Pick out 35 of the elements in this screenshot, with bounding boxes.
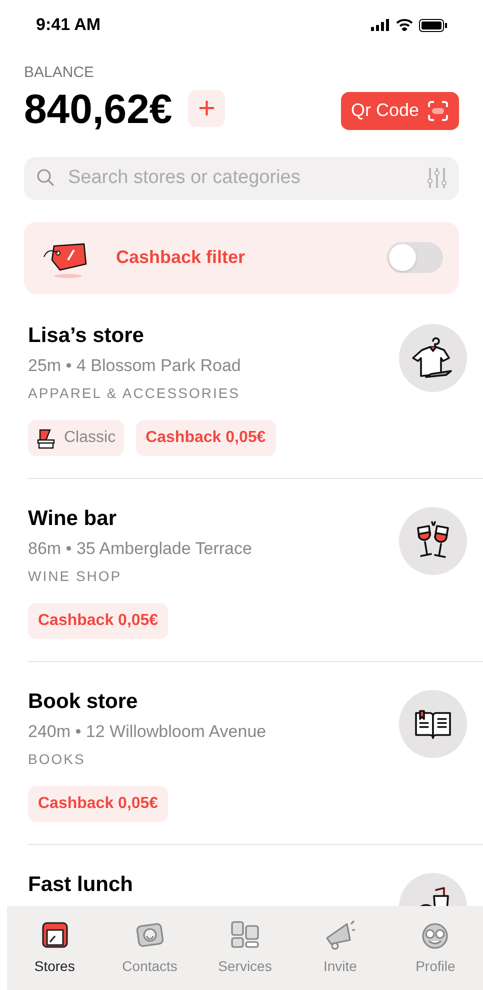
store-name[interactable]: Lisa’s store [28,320,241,351]
store-category: APPAREL & ACCESSORIES [28,384,241,402]
megaphone-icon [323,918,358,952]
search-icon [36,168,56,188]
cashback-badge: Cashback 0,05€ [136,420,276,456]
add-funds-button[interactable]: + [188,90,226,127]
tab-bar-item[interactable]: Invite [292,918,388,977]
store-category: WINE SHOP [28,566,123,586]
search-bar[interactable]: Search stores or categories [24,156,459,200]
tab-bar-item[interactable]: Stores [7,918,102,977]
cashback-filter-toggle[interactable] [387,242,443,273]
plan-label: Classic [64,428,116,448]
store-name[interactable]: Fast lunch [28,868,134,900]
store-name[interactable]: Wine bar [28,502,252,534]
balance-amount: 840,62€ [24,84,172,132]
filter-sliders-icon[interactable] [427,166,447,190]
tab-bar-item[interactable]: Services [197,918,293,977]
store-category: BOOKS [28,750,86,768]
store-address: 86m • 35 Amberglade Terrace [28,538,252,560]
wifi-icon [396,19,413,31]
cashback-badge: Cashback 0,05€ [28,602,168,638]
tab-bar-item[interactable]: Profile [388,918,483,977]
cashback-badge: Cashback 0,05€ [28,786,168,822]
store-address: 25m • 4 Blossom Park Road [28,355,241,377]
signal-icon [371,19,390,31]
status-time: 9:41 AM [36,14,101,36]
scan-icon [427,100,449,122]
cashback-filter-label: Cashback filter [116,246,246,269]
qr-code-button[interactable]: Qr Code [340,92,459,130]
store-name[interactable]: Book store [28,686,266,717]
battery-icon [419,18,447,32]
store-address: 240m • 12 Willowbloom Avenue [28,721,266,743]
tab-bar-item[interactable]: Contacts [102,918,198,977]
balance-label: BALANCE [24,63,96,83]
search-field[interactable]: Search stores or categories [68,164,415,192]
